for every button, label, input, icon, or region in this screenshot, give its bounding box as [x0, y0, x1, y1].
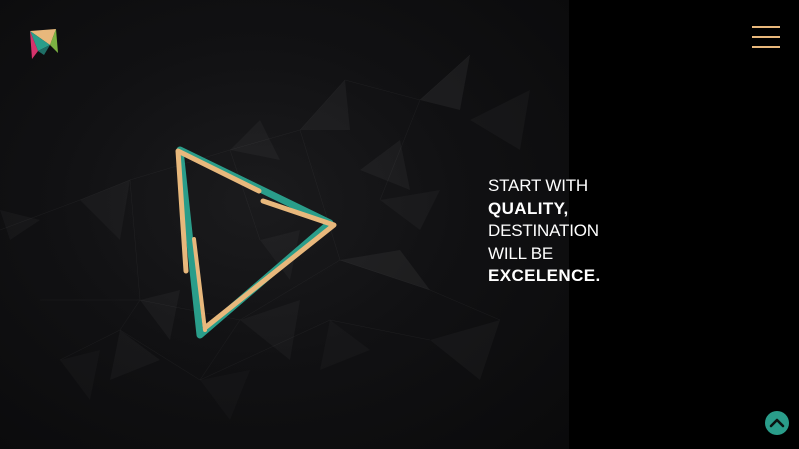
scroll-to-top-button[interactable] [765, 411, 789, 435]
headline-line-2: QUALITY, [488, 198, 569, 218]
headline-line-1: START WITH [488, 176, 589, 195]
headline-line-3: DESTINATION [488, 221, 599, 240]
chevron-up-icon [769, 418, 785, 428]
page: START WITH QUALITY, DESTINATION WILL BE … [0, 0, 799, 449]
hero-headline: START WITH QUALITY, DESTINATION WILL BE … [488, 175, 601, 288]
headline-line-5: EXCELENCE. [488, 266, 601, 285]
menu-bar-top [752, 26, 780, 28]
menu-bar-bottom [752, 46, 780, 48]
kite-logo-icon[interactable] [28, 27, 60, 61]
hamburger-menu-button[interactable] [750, 24, 782, 50]
menu-bar-middle [752, 36, 780, 38]
play-triangle-icon [160, 135, 350, 355]
headline-line-4: WILL BE [488, 243, 554, 263]
